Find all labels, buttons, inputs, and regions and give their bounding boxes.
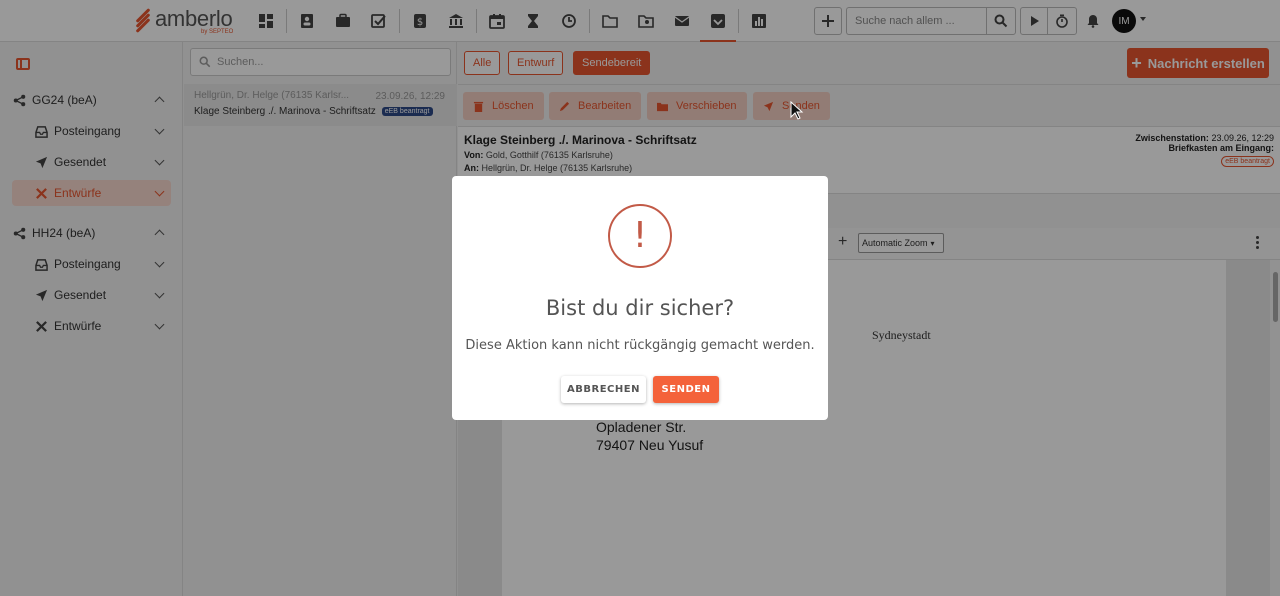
mouse-cursor-icon bbox=[790, 101, 804, 120]
warning-icon: ! bbox=[608, 204, 672, 268]
cancel-button[interactable]: ABBRECHEN bbox=[561, 376, 646, 403]
confirm-send-button[interactable]: SENDEN bbox=[653, 376, 719, 403]
dialog-message: Diese Aktion kann nicht rückgängig gemac… bbox=[465, 338, 815, 353]
confirm-dialog: ! Bist du dir sicher? Diese Aktion kann … bbox=[452, 176, 828, 420]
dialog-title: Bist du dir sicher? bbox=[545, 296, 735, 320]
